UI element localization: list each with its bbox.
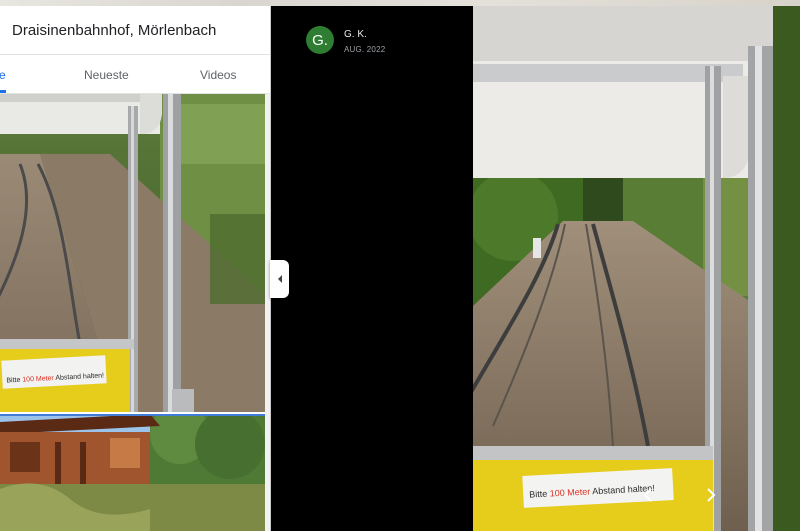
author-name[interactable]: G. K. [344, 29, 367, 40]
place-title: Draisinenbahnhof, Mörlenbach [12, 22, 217, 39]
panel-scrollbar[interactable] [265, 94, 270, 531]
photo-date: AUG. 2022 [344, 45, 386, 54]
tab-all[interactable]: e [0, 68, 6, 82]
place-photos-panel: Draisinenbahnhof, Mörlenbach e Neueste V… [0, 6, 271, 531]
next-photo-button[interactable] [694, 478, 728, 512]
tab-videos[interactable]: Videos [200, 68, 236, 82]
rail-track-photo: Bitte 100 Meter Abstand halten! [0, 94, 265, 412]
rail-track-main-photo: Bitte 100 Meter Abstand halten! [473, 6, 800, 531]
chevron-right-icon [707, 488, 716, 502]
photo-tile[interactable]: Bitte 100 Meter Abstand halten! [0, 94, 265, 412]
chevron-left-icon [277, 275, 282, 283]
photo-grid: Bitte 100 Meter Abstand halten! [0, 94, 270, 531]
previous-photo-button[interactable] [631, 478, 665, 512]
photo-tile[interactable] [0, 414, 265, 531]
collapse-panel-button[interactable] [270, 260, 289, 298]
station-building-photo [0, 414, 265, 531]
main-photo[interactable]: Bitte 100 Meter Abstand halten! [473, 6, 800, 531]
avatar[interactable]: G. [306, 26, 334, 54]
chevron-left-icon [643, 488, 652, 502]
tab-newest[interactable]: Neueste [84, 68, 129, 82]
photo-tabs: e Neueste Videos [0, 55, 270, 93]
